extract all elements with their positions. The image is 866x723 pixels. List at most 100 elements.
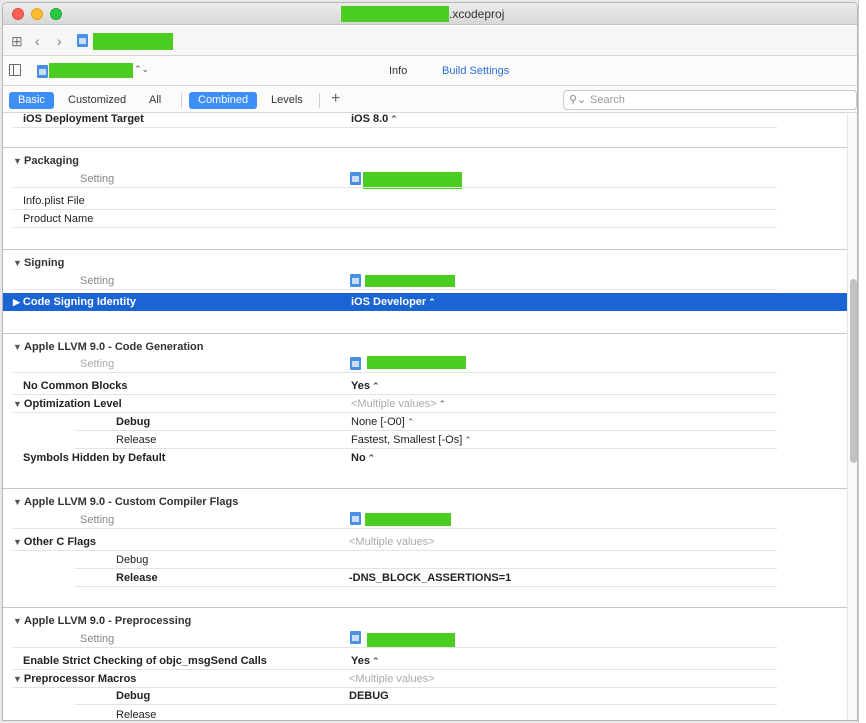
setting-value[interactable]: Yes ⌃ — [351, 655, 380, 667]
stepper-chevron-icon: ⌃ — [464, 435, 472, 445]
section-packaging[interactable]: ▼ Packaging — [3, 147, 847, 169]
redacted-breadcrumb[interactable] — [93, 33, 173, 50]
view-levels-button[interactable]: Levels — [262, 92, 312, 109]
section-code-generation[interactable]: ▼ Apple LLVM 9.0 - Code Generation — [3, 333, 847, 355]
disclosure-triangle-icon[interactable]: ▼ — [13, 616, 22, 626]
disclosure-triangle-icon[interactable]: ▼ — [13, 399, 22, 409]
setting-value[interactable]: <Multiple values> ⌃ — [351, 398, 446, 410]
setting-value[interactable]: <Multiple values> — [349, 673, 435, 685]
table-row[interactable]: Release Fastest, Smallest [-Os] ⌃ — [3, 431, 847, 449]
redacted-project-name — [341, 6, 449, 22]
grid-icon[interactable]: ⊞ — [11, 33, 23, 49]
table-row[interactable]: Debug DEBUG — [3, 687, 847, 705]
minimize-window-button[interactable] — [31, 8, 43, 20]
setting-value[interactable]: None [-O0] ⌃ — [351, 416, 414, 428]
setting-header: Setting — [80, 275, 115, 287]
title-bar: .xcodeproj — [3, 3, 857, 25]
section-preprocessing[interactable]: ▼ Apple LLVM 9.0 - Preprocessing — [3, 607, 847, 629]
target-column-icon — [350, 172, 361, 185]
table-row[interactable]: ▼ Other C Flags <Multiple values> — [3, 533, 847, 551]
setting-label: ▶ Code Signing Identity — [13, 296, 136, 308]
setting-label: iOS Deployment Target — [23, 114, 144, 125]
setting-value[interactable]: <Multiple values> — [349, 536, 435, 548]
setting-header: Setting — [80, 358, 115, 370]
section-title: Apple LLVM 9.0 - Preprocessing — [24, 615, 192, 627]
filter-divider — [319, 93, 320, 108]
tab-build-settings[interactable]: Build Settings — [442, 65, 509, 77]
setting-value[interactable]: Yes ⌃ — [351, 380, 380, 392]
disclosure-triangle-icon[interactable]: ▼ — [13, 674, 22, 684]
table-row[interactable]: iOS Deployment Target iOS 8.0 ⌃ — [3, 114, 847, 128]
redacted-target-column — [365, 513, 451, 526]
stepper-chevron-icon: ⌃ — [367, 453, 376, 463]
redacted-target-column — [365, 275, 455, 287]
setting-value[interactable]: DEBUG — [349, 690, 389, 702]
table-row[interactable]: Product Name — [3, 210, 847, 228]
setting-label: Info.plist File — [23, 195, 85, 207]
disclosure-triangle-icon[interactable]: ▼ — [13, 342, 22, 352]
table-row[interactable]: Enable Strict Checking of objc_msgSend C… — [3, 652, 847, 670]
stepper-chevron-icon: ⌃ — [406, 417, 415, 427]
setting-label: No Common Blocks — [23, 380, 128, 392]
disclosure-triangle-icon[interactable]: ▼ — [13, 156, 22, 166]
project-file-icon — [77, 34, 88, 47]
window-title-suffix: .xcodeproj — [449, 7, 505, 21]
section-custom-compiler-flags[interactable]: ▼ Apple LLVM 9.0 - Custom Compiler Flags — [3, 488, 847, 510]
tab-info[interactable]: Info — [389, 65, 407, 77]
table-row[interactable]: Release — [3, 706, 847, 720]
filter-customized-button[interactable]: Customized — [59, 92, 135, 109]
add-setting-button[interactable]: + — [331, 90, 340, 108]
target-column-icon — [350, 274, 361, 287]
setting-label: Symbols Hidden by Default — [23, 452, 166, 464]
disclosure-triangle-icon[interactable]: ▼ — [13, 258, 22, 268]
setting-value[interactable]: No ⌃ — [351, 452, 375, 464]
filter-bar: Basic Customized All Combined Levels + ⚲… — [3, 87, 857, 113]
section-signing[interactable]: ▼ Signing — [3, 249, 847, 271]
window-title: .xcodeproj — [341, 6, 505, 22]
setting-label: Debug — [116, 690, 151, 702]
filter-all-button[interactable]: All — [140, 92, 170, 109]
back-arrow-icon[interactable]: ‹ — [35, 33, 40, 49]
table-row[interactable]: ▼ Optimization Level <Multiple values> ⌃ — [3, 395, 847, 413]
filter-basic-button[interactable]: Basic — [9, 92, 54, 109]
section-title: Apple LLVM 9.0 - Custom Compiler Flags — [24, 496, 239, 508]
disclosure-triangle-icon[interactable]: ▼ — [13, 537, 22, 547]
view-combined-button[interactable]: Combined — [189, 92, 258, 109]
build-settings-list: iOS Deployment Target iOS 8.0 ⌃ ▼ Packagi… — [3, 114, 857, 720]
setting-value[interactable]: iOS Developer ⌃ — [351, 296, 436, 308]
setting-value[interactable]: iOS 8.0 ⌃ — [351, 114, 398, 125]
search-field[interactable]: ⚲⌄ — [563, 90, 857, 110]
setting-value[interactable]: -DNS_BLOCK_ASSERTIONS=1 — [349, 572, 511, 584]
target-column-icon — [350, 512, 361, 525]
redacted-target-name[interactable] — [49, 63, 133, 78]
setting-header: Setting — [80, 514, 115, 526]
table-row[interactable]: ▼ Preprocessor Macros <Multiple values> — [3, 670, 847, 688]
table-row[interactable]: No Common Blocks Yes ⌃ — [3, 377, 847, 395]
table-row-selected[interactable]: ▶ Code Signing Identity iOS Developer ⌃ — [3, 293, 847, 311]
setting-label: Release — [116, 572, 158, 584]
setting-value[interactable]: Fastest, Smallest [-Os] ⌃ — [351, 434, 472, 446]
disclosure-triangle-icon[interactable]: ▼ — [13, 497, 22, 507]
setting-label: Release — [116, 434, 157, 446]
zoom-window-button[interactable] — [50, 8, 62, 20]
sidebar-toggle-icon[interactable] — [9, 64, 21, 76]
setting-header: Setting — [80, 633, 115, 645]
table-row[interactable]: Debug None [-O0] ⌃ — [3, 413, 847, 431]
table-row[interactable]: Debug — [3, 551, 847, 569]
scrollbar-thumb[interactable] — [850, 279, 857, 463]
setting-header-row: Setting — [3, 272, 847, 290]
forward-arrow-icon[interactable]: › — [57, 33, 62, 49]
close-window-button[interactable] — [12, 8, 24, 20]
search-input[interactable] — [590, 93, 840, 107]
editor-tab-bar: ⌃⌄ Info Build Settings — [3, 57, 857, 86]
target-chevron-icon[interactable]: ⌃⌄ — [134, 64, 149, 75]
setting-label: Debug — [116, 416, 151, 428]
stepper-chevron-icon: ⌃ — [428, 297, 436, 307]
table-row[interactable]: Release -DNS_BLOCK_ASSERTIONS=1 — [3, 569, 847, 587]
target-column-icon — [350, 631, 361, 644]
section-title: Signing — [24, 257, 65, 269]
table-row[interactable]: Symbols Hidden by Default No ⌃ — [3, 449, 847, 467]
section-title: Packaging — [24, 155, 80, 167]
table-row[interactable]: Info.plist File — [3, 192, 847, 210]
disclosure-triangle-icon[interactable]: ▶ — [13, 297, 20, 307]
